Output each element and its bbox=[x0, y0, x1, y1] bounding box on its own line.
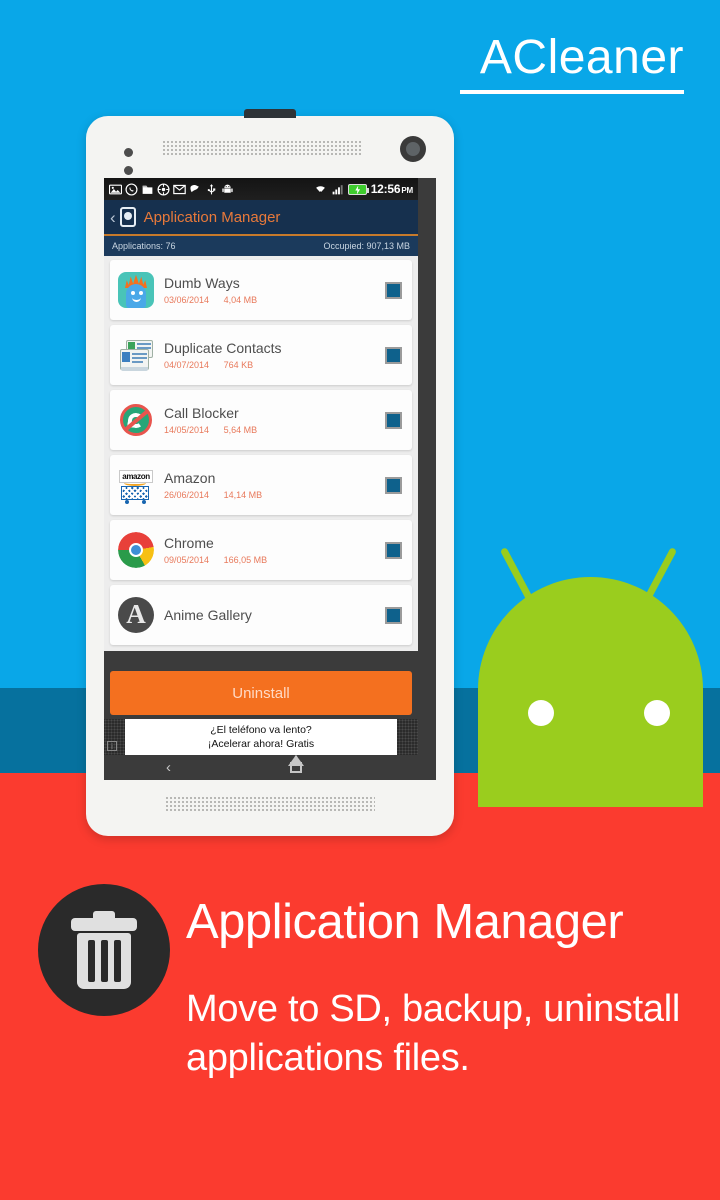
app-size: 4,04 MB bbox=[223, 294, 258, 305]
mail-icon bbox=[173, 184, 186, 194]
app-meta: 04/07/2014 764 KB bbox=[164, 360, 385, 370]
app-meta: 09/05/2014 166,05 MB bbox=[164, 555, 385, 565]
list-item[interactable]: Chrome 09/05/2014 166,05 MB bbox=[110, 520, 412, 580]
ad-line-1: ¿El teléfono va lento? bbox=[210, 723, 312, 736]
battery-icon bbox=[347, 183, 369, 195]
ad-line-2: ¡Acelerar ahora! Gratis bbox=[207, 738, 315, 750]
list-item-text: Anime Gallery bbox=[164, 607, 385, 623]
status-bar-notification-icons bbox=[109, 182, 314, 196]
list-item-text: Duplicate Contacts 04/07/2014 764 KB bbox=[164, 340, 385, 369]
app-name: Amazon bbox=[164, 470, 216, 487]
duplicate-contacts-icon bbox=[118, 337, 154, 373]
screen-content: 12:56PM ‹ Application Manager Applicatio… bbox=[104, 178, 418, 780]
uninstall-button-container: Uninstall bbox=[104, 671, 418, 715]
wifi-icon bbox=[315, 185, 325, 193]
proximity-sensor-icon bbox=[124, 144, 150, 175]
brand-title: ACleaner bbox=[479, 31, 684, 84]
app-checkbox[interactable] bbox=[385, 411, 402, 429]
trash-can-icon bbox=[38, 884, 170, 1016]
list-item-text: Call Blocker 14/05/2014 5,64 MB bbox=[164, 405, 385, 434]
dumb-ways-icon bbox=[118, 272, 154, 308]
phone-app-icon bbox=[119, 207, 136, 227]
list-item[interactable]: A Anime Gallery bbox=[110, 585, 412, 645]
applications-count-label: Applications: 76 bbox=[112, 241, 176, 251]
app-date: 26/06/2014 bbox=[164, 489, 210, 500]
list-item[interactable]: Dumb Ways 03/06/2014 4,04 MB bbox=[110, 260, 412, 320]
promo-title: Application Manager bbox=[186, 895, 624, 949]
app-meta: 03/06/2014 4,04 MB bbox=[164, 295, 385, 305]
media-player-icon bbox=[157, 182, 170, 196]
anime-gallery-letter: A bbox=[126, 599, 146, 629]
phone-mockup: 12:56PM ‹ Application Manager Applicatio… bbox=[86, 109, 454, 836]
app-name: Duplicate Contacts bbox=[164, 340, 282, 357]
list-item[interactable]: Duplicate Contacts 04/07/2014 764 KB bbox=[110, 325, 412, 385]
android-head bbox=[478, 577, 703, 807]
phone-bottom-bezel bbox=[86, 780, 454, 836]
app-size: 14,14 MB bbox=[223, 489, 263, 500]
app-date: 03/06/2014 bbox=[164, 294, 210, 305]
earpiece-speaker-grille bbox=[162, 140, 362, 157]
list-item-text: Amazon 26/06/2014 14,14 MB bbox=[164, 470, 385, 499]
app-name: Call Blocker bbox=[164, 405, 239, 422]
app-size: 5,64 MB bbox=[223, 424, 258, 435]
signal-icon bbox=[332, 184, 343, 194]
app-size: 166,05 MB bbox=[223, 554, 268, 565]
android-navigation-bar: ‹ bbox=[104, 755, 418, 780]
ad-banner[interactable]: i ¿El teléfono va lento? ¡Acelerar ahora… bbox=[104, 719, 418, 755]
image-icon bbox=[109, 184, 122, 194]
app-date: 09/05/2014 bbox=[164, 554, 210, 565]
list-item[interactable]: Call Blocker 14/05/2014 5,64 MB bbox=[110, 390, 412, 450]
status-bar-system-icons: 12:56PM bbox=[314, 182, 413, 196]
up-navigation-chevron-icon[interactable]: ‹ bbox=[110, 209, 116, 226]
uninstall-button[interactable]: Uninstall bbox=[110, 671, 412, 715]
app-meta: 26/06/2014 14,14 MB bbox=[164, 490, 385, 500]
ad-info-icon[interactable]: i bbox=[107, 741, 117, 751]
promo-description: Move to SD, backup, uninstall applicatio… bbox=[186, 988, 681, 1079]
usb-icon bbox=[207, 183, 216, 194]
bottom-speaker-grille bbox=[165, 796, 375, 812]
phone-screen: 12:56PM ‹ Application Manager Applicatio… bbox=[104, 178, 436, 780]
app-checkbox[interactable] bbox=[385, 606, 402, 624]
summary-bar: Applications: 76 Occupied: 907,13 MB bbox=[104, 236, 418, 256]
list-item[interactable]: amazon Amazon 26/06/2014 14,14 MB bbox=[110, 455, 412, 515]
app-name: Anime Gallery bbox=[164, 606, 252, 623]
status-bar-clock: 12:56PM bbox=[370, 182, 414, 196]
list-item-text: Chrome 09/05/2014 166,05 MB bbox=[164, 535, 385, 564]
back-icon[interactable]: ‹ bbox=[166, 760, 171, 775]
app-checkbox[interactable] bbox=[385, 476, 402, 494]
phone-top-bezel bbox=[86, 116, 454, 178]
android-status-bar: 12:56PM bbox=[104, 178, 418, 200]
poster-canvas: ACleaner 12:56PM ‹ Application Manager A… bbox=[0, 0, 720, 1200]
app-name: Chrome bbox=[164, 535, 214, 552]
whatsapp-icon bbox=[125, 182, 138, 196]
call-blocker-icon bbox=[118, 402, 154, 438]
android-mascot-icon bbox=[470, 525, 710, 807]
firefox-icon bbox=[190, 184, 199, 192]
chrome-icon bbox=[118, 532, 154, 568]
app-action-bar: ‹ Application Manager bbox=[104, 200, 418, 236]
app-date: 04/07/2014 bbox=[164, 359, 210, 370]
app-meta: 14/05/2014 5,64 MB bbox=[164, 425, 385, 435]
action-bar-title: Application Manager bbox=[143, 208, 281, 226]
app-checkbox[interactable] bbox=[385, 281, 402, 299]
app-checkbox[interactable] bbox=[385, 346, 402, 364]
front-camera-icon bbox=[400, 136, 426, 162]
android-eye-left bbox=[528, 700, 554, 726]
amazon-icon: amazon bbox=[118, 467, 154, 504]
ad-content[interactable]: ¿El teléfono va lento? ¡Acelerar ahora! … bbox=[125, 719, 397, 755]
app-date: 14/05/2014 bbox=[164, 424, 210, 435]
application-list[interactable]: Dumb Ways 03/06/2014 4,04 MB Duplicate C… bbox=[104, 256, 418, 651]
anime-gallery-icon: A bbox=[118, 597, 154, 633]
android-robot-icon bbox=[222, 184, 233, 193]
screen-right-gutter bbox=[418, 178, 436, 780]
list-item-text: Dumb Ways 03/06/2014 4,04 MB bbox=[164, 275, 385, 304]
occupied-space-label: Occupied: 907,13 MB bbox=[323, 241, 410, 251]
app-name: Dumb Ways bbox=[164, 275, 240, 292]
folder-icon bbox=[142, 185, 153, 194]
android-eye-right bbox=[644, 700, 670, 726]
app-size: 764 KB bbox=[223, 359, 254, 370]
brand-underline bbox=[460, 90, 684, 94]
home-icon[interactable] bbox=[290, 762, 302, 773]
app-checkbox[interactable] bbox=[385, 541, 402, 559]
